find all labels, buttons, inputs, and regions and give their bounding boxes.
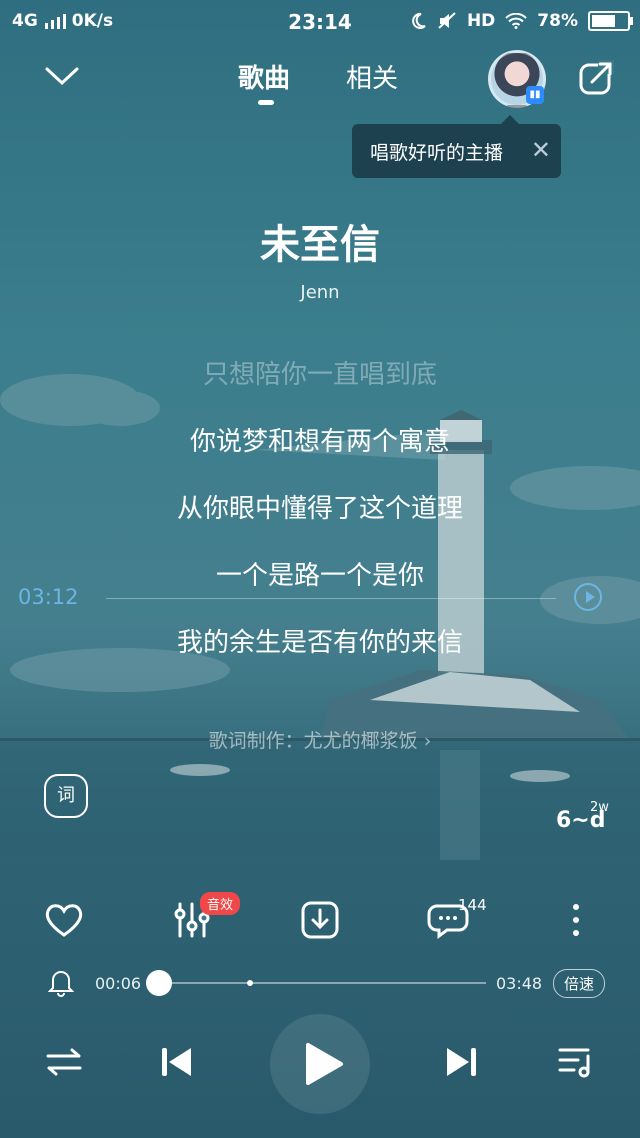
playlist-button[interactable] (554, 1040, 604, 1090)
like-button[interactable] (42, 898, 86, 942)
lyric-line[interactable]: 你说梦和想有两个寓意 (0, 421, 640, 458)
play-mode-button[interactable] (42, 1040, 92, 1090)
status-right: HD 78% (409, 11, 633, 31)
hd-label: HD (466, 11, 496, 31)
lyric-seek-time: 03:12 (18, 585, 79, 609)
skip-next-icon (447, 1048, 476, 1076)
lyric-seek-line (106, 598, 556, 599)
lyric-line[interactable]: 从你眼中懂得了这个道理 (0, 488, 640, 525)
share-icon (579, 60, 614, 95)
lyric-line[interactable]: 只想陪你一直唱到底 (0, 354, 640, 391)
playlist-icon (558, 1048, 590, 1078)
share-button[interactable] (578, 60, 614, 100)
shuffle-icon (46, 1048, 82, 1076)
progress-track[interactable] (150, 982, 486, 984)
download-button[interactable] (298, 898, 342, 942)
effects-badge: 音效 (200, 892, 241, 915)
progress-thumb[interactable] (145, 970, 172, 996)
song-title: 未至信 (260, 222, 380, 268)
status-bar: 4G 0K/s 23:14 HD 78% (0, 0, 640, 44)
lyrics-credit[interactable]: 歌词制作：尤尤的椰浆饭 › (0, 726, 640, 753)
playback-speed-button[interactable]: 倍速 (553, 969, 606, 998)
sound-quality-count: 2w (590, 800, 609, 815)
total-time: 03:48 (496, 974, 543, 993)
more-button[interactable] (554, 898, 598, 942)
tooltip-arrow (501, 115, 519, 124)
lyric-seek-play-button[interactable] (574, 583, 602, 611)
battery-icon (588, 11, 633, 31)
mute-icon (438, 12, 456, 29)
play-icon (306, 1043, 343, 1085)
progress-marker (247, 980, 253, 986)
battery-percent: 78% (537, 11, 578, 31)
anchor-tooltip[interactable]: 唱歌好听的主播 ✕ (352, 115, 561, 178)
lighthouse-background (0, 374, 640, 860)
tab-indicator (258, 100, 274, 105)
lyric-toggle-button[interactable]: 词 (44, 774, 88, 818)
current-time: 00:06 (95, 974, 142, 993)
bell-icon (47, 971, 75, 997)
battery-fill (592, 15, 615, 27)
comment-count: 144 (458, 896, 487, 914)
skip-previous-icon (162, 1048, 191, 1076)
live-badge-icon: ▮▮ (526, 86, 544, 104)
close-icon[interactable]: ✕ (531, 136, 551, 164)
heart-icon (45, 904, 83, 937)
moon-icon (412, 12, 426, 29)
wifi-icon (505, 13, 528, 29)
lyric-line[interactable]: 一个是路一个是你 (0, 555, 640, 592)
download-icon (301, 901, 339, 939)
tooltip-text: 唱歌好听的主播 (370, 141, 504, 164)
previous-button[interactable] (154, 1040, 204, 1090)
play-button[interactable] (270, 1014, 370, 1114)
lyric-line[interactable]: 我的余生是否有你的来信 (0, 622, 640, 659)
more-vertical-icon (573, 904, 579, 936)
tab-related[interactable]: 相关 (346, 58, 398, 95)
tab-song[interactable]: 歌曲 (238, 58, 290, 95)
next-button[interactable] (440, 1040, 490, 1090)
sleep-timer-button[interactable] (47, 968, 75, 998)
song-artist[interactable]: Jenn (0, 282, 640, 303)
